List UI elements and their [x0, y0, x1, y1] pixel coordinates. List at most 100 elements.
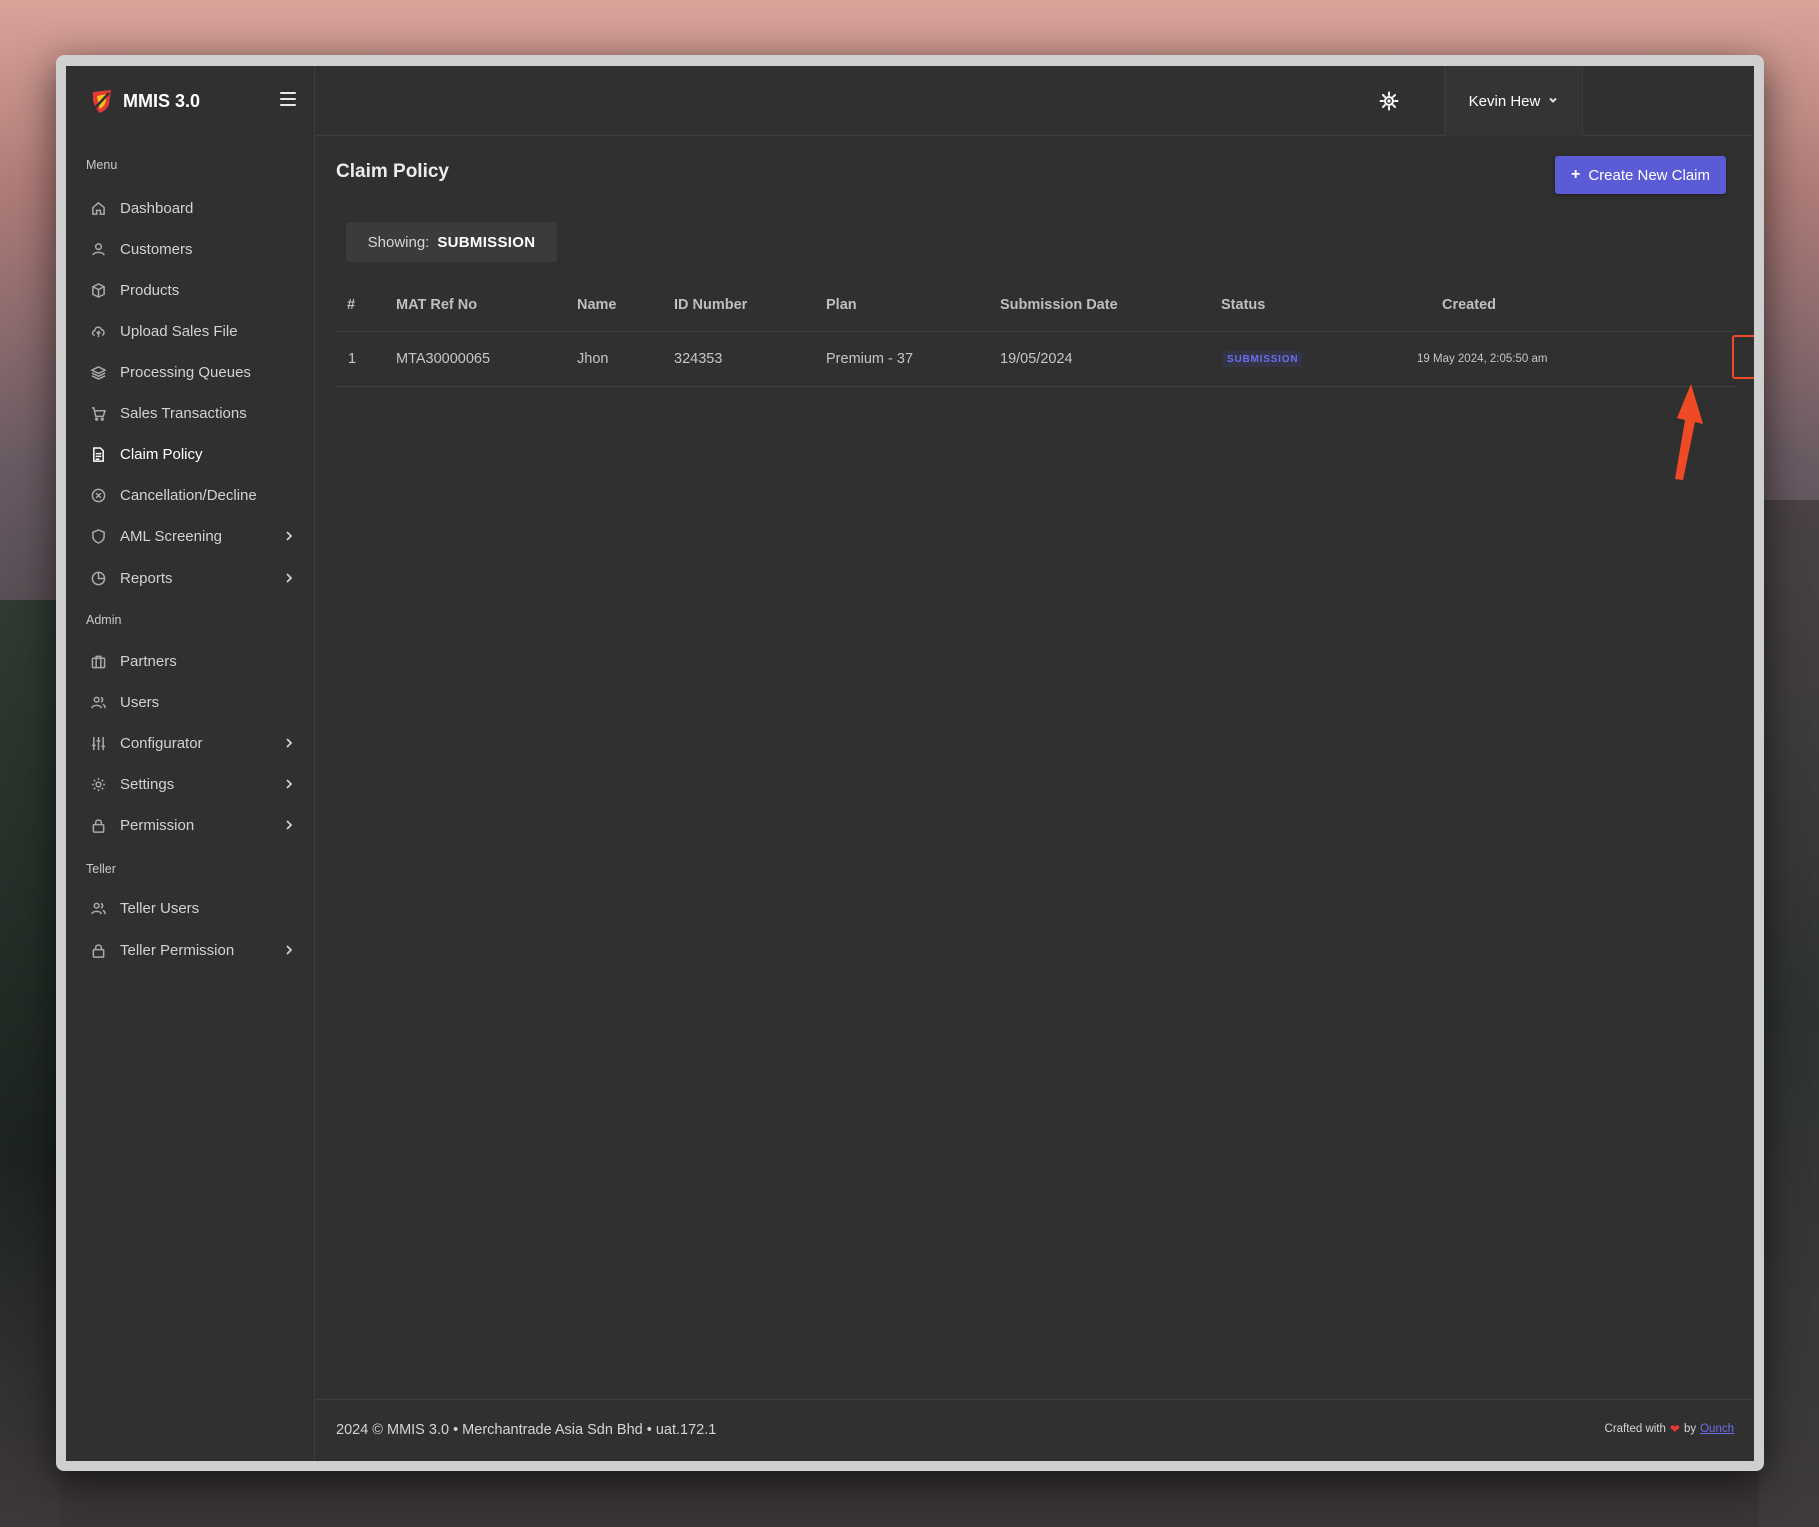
sidebar-item-label: Permission [120, 816, 195, 834]
sidebar-item-label: Reports [120, 569, 173, 587]
sidebar-item-teller-users[interactable]: Teller Users [86, 892, 298, 924]
x-circle-icon [90, 487, 106, 503]
section-label-admin: Admin [86, 613, 122, 627]
sidebar-item-configurator[interactable]: Configurator [86, 727, 298, 759]
chevron-right-icon [282, 818, 296, 832]
theme-toggle-sun-icon[interactable] [1376, 88, 1402, 114]
sidebar-item-label: Claim Policy [120, 445, 203, 463]
sidebar-item-label: Upload Sales File [120, 322, 238, 340]
user-name: Kevin Hew [1468, 92, 1541, 110]
sidebar-item-reports[interactable]: Reports [86, 562, 298, 594]
section-label-teller: Teller [86, 862, 116, 876]
sidebar-item-cancellation-decline[interactable]: Cancellation/Decline [86, 479, 298, 511]
lock-icon [90, 817, 106, 833]
sidebar-item-label: Users [120, 693, 160, 711]
sliders-icon [90, 735, 106, 751]
author-link[interactable]: Ounch [1700, 1423, 1734, 1435]
filter-label: Showing: [367, 233, 430, 251]
layers-icon [90, 364, 106, 380]
topbar: Kevin Hew [316, 66, 1754, 136]
wallpaper-left [0, 600, 60, 1527]
crafted-with-text: Crafted with [1604, 1423, 1666, 1435]
users-icon [90, 694, 106, 710]
sidebar-item-label: Cancellation/Decline [120, 486, 257, 504]
column-header-created[interactable]: Created [1442, 297, 1496, 313]
create-new-claim-button[interactable]: + Create New Claim [1555, 156, 1726, 194]
sidebar-item-customers[interactable]: Customers [86, 233, 298, 265]
cell-mat-ref-no: MTA30000065 [396, 351, 491, 367]
shield-icon [90, 528, 106, 544]
user-menu[interactable]: Kevin Hew [1444, 66, 1583, 136]
filter-value: SUBMISSION [437, 233, 536, 251]
chevron-right-icon [282, 571, 296, 585]
chevron-right-icon [282, 529, 296, 543]
sidebar-item-settings[interactable]: Settings [86, 768, 298, 800]
sidebar-item-users[interactable]: Users [86, 686, 298, 718]
cell-created: 19 May 2024, 2:05:50 am [1417, 353, 1548, 365]
view-details-button[interactable] [1732, 335, 1754, 379]
column-header-index[interactable]: # [347, 297, 355, 313]
table-header: # MAT Ref No Name ID Number Plan Submiss… [336, 278, 1736, 332]
column-header-id-number[interactable]: ID Number [674, 297, 747, 313]
column-header-plan[interactable]: Plan [826, 297, 857, 313]
sidebar-item-sales-transactions[interactable]: Sales Transactions [86, 397, 298, 429]
chevron-right-icon [282, 943, 296, 957]
footer-copyright: 2024 © MMIS 3.0 • Merchantrade Asia Sdn … [336, 1422, 717, 1438]
sidebar-item-label: Partners [120, 652, 177, 670]
cart-icon [90, 405, 106, 421]
status-filter[interactable]: Showing: SUBMISSION [346, 222, 557, 262]
gear-icon [90, 776, 106, 792]
sidebar-item-label: Configurator [120, 734, 203, 752]
sidebar-item-processing-queues[interactable]: Processing Queues [86, 356, 298, 388]
sidebar-item-label: Sales Transactions [120, 404, 247, 422]
column-header-submission-date[interactable]: Submission Date [1000, 297, 1118, 313]
pie-chart-icon [90, 570, 106, 586]
sidebar-item-products[interactable]: Products [86, 274, 298, 306]
sidebar: MMIS 3.0 Menu Dashboard Customers Produc… [66, 66, 315, 1461]
chevron-right-icon [282, 777, 296, 791]
section-label-menu: Menu [86, 158, 118, 172]
column-header-name[interactable]: Name [577, 297, 617, 313]
sidebar-item-partners[interactable]: Partners [86, 645, 298, 677]
cell-submission-date: 19/05/2024 [1000, 351, 1073, 367]
document-icon [90, 446, 106, 462]
sidebar-item-label: Teller Permission [120, 941, 235, 959]
sidebar-item-dashboard[interactable]: Dashboard [86, 192, 298, 224]
cell-index: 1 [348, 351, 357, 367]
status-badge: SUBMISSION [1223, 351, 1303, 367]
sidebar-item-label: Customers [120, 240, 193, 258]
crafted-by-text: by [1683, 1423, 1697, 1435]
footer: 2024 © MMIS 3.0 • Merchantrade Asia Sdn … [316, 1399, 1754, 1461]
create-new-claim-label: Create New Claim [1588, 166, 1711, 184]
sidebar-item-label: AML Screening [120, 527, 222, 545]
sidebar-item-label: Teller Users [120, 899, 200, 917]
home-icon [90, 200, 106, 216]
sidebar-item-upload-sales-file[interactable]: Upload Sales File [86, 315, 298, 347]
box-icon [90, 282, 106, 298]
annotation-arrow-icon [1675, 384, 1703, 480]
sidebar-item-label: Processing Queues [120, 363, 251, 381]
lock-icon [90, 942, 106, 958]
brand[interactable]: MMIS 3.0 [91, 88, 200, 114]
column-header-mat-ref-no[interactable]: MAT Ref No [396, 297, 477, 313]
sidebar-item-label: Products [120, 281, 180, 299]
hamburger-menu-icon[interactable] [280, 92, 296, 106]
column-header-status[interactable]: Status [1221, 297, 1265, 313]
brand-logo-icon [93, 90, 111, 113]
sidebar-item-permission[interactable]: Permission [86, 809, 298, 841]
claims-table: # MAT Ref No Name ID Number Plan Submiss… [336, 278, 1754, 387]
wallpaper-right [1759, 500, 1819, 1527]
page-title: Claim Policy [336, 161, 449, 182]
briefcase-icon [90, 653, 106, 669]
sidebar-item-aml-screening[interactable]: AML Screening [86, 520, 298, 552]
cell-id-number: 324353 [674, 351, 723, 367]
cloud-upload-icon [90, 323, 106, 339]
brand-name: MMIS 3.0 [123, 90, 201, 111]
plus-icon: + [1570, 166, 1581, 183]
sidebar-item-claim-policy[interactable]: Claim Policy [86, 438, 298, 470]
cell-plan: Premium - 37 [826, 351, 914, 367]
sidebar-item-teller-permission[interactable]: Teller Permission [86, 934, 298, 966]
table-row: 1 MTA30000065 Jhon 324353 Premium - 37 1… [336, 332, 1754, 387]
footer-credit: Crafted with ❤ by Ounch [1605, 1422, 1734, 1436]
chevron-down-icon [1548, 92, 1558, 110]
